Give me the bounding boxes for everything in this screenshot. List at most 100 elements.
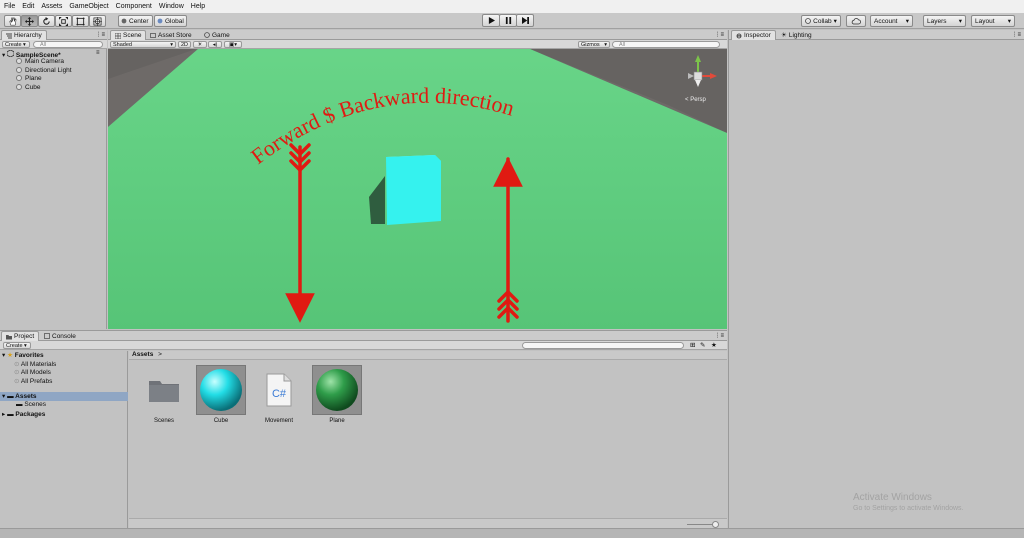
2d-toggle[interactable]: 2D <box>178 41 191 48</box>
panel-menu-icon[interactable]: ⋮≡ <box>714 31 724 38</box>
effects-dropdown[interactable]: ▣▾ <box>224 41 242 48</box>
panel-menu-icon[interactable]: ⋮≡ <box>1011 31 1021 38</box>
favorite-star-icon[interactable]: ★ <box>711 341 717 349</box>
tab-game[interactable]: Game <box>200 30 234 40</box>
lighting-toggle[interactable]: ☀ <box>193 41 207 48</box>
asset-scenes[interactable]: Scenes <box>138 365 190 424</box>
gameobject-icon <box>16 58 22 64</box>
scene-tabs: Scene Asset Store Game ⋮≡ <box>108 30 727 40</box>
asset-plane[interactable]: Plane <box>311 365 363 424</box>
collab-label: Collab <box>813 17 832 25</box>
hierarchy-item-plane[interactable]: Plane <box>16 75 42 82</box>
inspector-panel: Inspector ☀ Lighting ⋮≡ Activate Windows… <box>728 30 1024 528</box>
hand-tool-icon[interactable] <box>4 15 21 27</box>
favorites-header[interactable]: ▾ ★ Favorites <box>2 351 44 359</box>
tab-console[interactable]: Console <box>40 331 80 341</box>
search-icon: ⊙ <box>14 369 20 376</box>
favorite-label: All Prefabs <box>20 378 53 385</box>
gizmos-dropdown[interactable]: Gizmos ▾ <box>578 41 610 48</box>
menu-gameobject[interactable]: GameObject <box>69 3 108 10</box>
sun-icon: ☀ <box>197 41 203 48</box>
panel-menu-icon[interactable]: ⋮≡ <box>95 31 105 38</box>
pause-button[interactable] <box>499 14 517 27</box>
asset-cube[interactable]: Cube <box>195 365 247 424</box>
pause-icon <box>505 17 511 24</box>
csharp-badge: C# <box>272 388 287 400</box>
panel-menu-icon[interactable]: ⋮≡ <box>714 332 724 339</box>
tab-project[interactable]: Project <box>1 331 40 341</box>
layers-dropdown[interactable]: Layers ▾ <box>923 15 966 27</box>
space-toggle[interactable]: Global <box>154 15 187 27</box>
project-toolbar: Create ▾ ⊞ ✎ ★ <box>0 341 727 350</box>
filter-by-type-icon[interactable]: ⊞ <box>690 341 695 349</box>
watermark-title: Activate Windows <box>853 492 932 503</box>
scene-icon <box>115 32 121 39</box>
folder-assets[interactable]: ▾ ▬ Assets <box>0 392 128 401</box>
collab-dropdown[interactable]: Collab ▾ <box>801 15 841 27</box>
rotate-tool-icon[interactable] <box>38 15 55 27</box>
menu-component[interactable]: Component <box>116 3 152 10</box>
folder-packages[interactable]: ▸ ▬ Packages <box>2 410 45 418</box>
scale-tool-icon[interactable] <box>55 15 72 27</box>
project-create-button[interactable]: Create ▾ <box>3 342 31 349</box>
tab-console-label: Console <box>52 332 76 340</box>
tab-inspector[interactable]: Inspector <box>731 30 776 40</box>
collab-icon <box>805 18 812 24</box>
menu-help[interactable]: Help <box>191 3 205 10</box>
slider-thumb[interactable] <box>712 521 719 528</box>
transform-tool-icon[interactable] <box>89 15 106 27</box>
menu-assets[interactable]: Assets <box>41 3 62 10</box>
audio-toggle[interactable]: ◂) <box>208 41 222 48</box>
item-label: Directional Light <box>25 67 72 74</box>
search-icon: ⊙ <box>14 361 20 368</box>
shading-dropdown[interactable]: Shaded ▾ <box>110 41 176 48</box>
cloud-button[interactable] <box>846 15 866 27</box>
space-label: Global <box>165 17 184 25</box>
menu-window[interactable]: Window <box>159 3 184 10</box>
hierarchy-item-directional-light[interactable]: Directional Light <box>16 67 72 74</box>
item-label: Cube <box>25 84 41 91</box>
breadcrumb-separator: > <box>158 351 162 358</box>
move-tool-icon[interactable] <box>21 15 38 27</box>
cube-object[interactable] <box>386 155 441 225</box>
hierarchy-create-button[interactable]: Create ▾ <box>2 41 30 48</box>
play-button[interactable] <box>482 14 500 27</box>
hierarchy-item-main-camera[interactable]: Main Camera <box>16 58 64 65</box>
assets-grid: Assets > Scenes Cube C# Movement Plane <box>129 351 727 529</box>
chevron-down-icon: ▾ <box>2 352 6 359</box>
scene-search-input[interactable]: All <box>612 41 720 48</box>
scene-viewport[interactable]: Forward $ Backward direction < Persp <box>108 49 727 329</box>
tab-asset-store[interactable]: Asset Store <box>146 30 196 40</box>
layout-dropdown[interactable]: Layout ▾ <box>971 15 1015 27</box>
favorite-all-models[interactable]: ⊙ All Models <box>14 368 51 376</box>
filter-by-label-icon[interactable]: ✎ <box>700 341 705 349</box>
rect-tool-icon[interactable] <box>72 15 89 27</box>
inspector-tabs: Inspector ☀ Lighting ⋮≡ <box>729 30 1024 40</box>
menu-file[interactable]: File <box>4 3 15 10</box>
chevron-down-icon: ▾ <box>1007 18 1011 25</box>
pivot-toggle[interactable]: Center <box>118 15 153 27</box>
account-dropdown[interactable]: Account ▾ <box>870 15 913 27</box>
chevron-down-icon: ▾ <box>958 18 962 25</box>
asset-movement[interactable]: C# Movement <box>253 365 305 424</box>
search-placeholder: All <box>619 41 626 48</box>
tab-lighting-label: Lighting <box>788 31 812 39</box>
persp-label[interactable]: < Persp <box>685 97 706 103</box>
project-search-input[interactable] <box>522 342 684 349</box>
folder-scenes[interactable]: ▬ Scenes <box>16 401 46 408</box>
folder-icon: ▬ <box>16 401 23 408</box>
breadcrumb-assets[interactable]: Assets <box>132 351 153 358</box>
step-icon <box>521 17 529 24</box>
tab-scene[interactable]: Scene <box>110 30 147 40</box>
favorite-label: All Materials <box>20 361 57 368</box>
favorite-all-prefabs[interactable]: ⊙ All Prefabs <box>14 377 52 385</box>
step-button[interactable] <box>516 14 534 27</box>
menu-edit[interactable]: Edit <box>22 3 34 10</box>
hierarchy-item-cube[interactable]: Cube <box>16 84 41 91</box>
tab-lighting[interactable]: ☀ Lighting <box>777 30 816 40</box>
hierarchy-search-input[interactable]: All <box>33 41 103 48</box>
favorite-all-materials[interactable]: ⊙ All Materials <box>14 360 56 368</box>
scene-menu-icon[interactable]: ≡ <box>96 50 100 56</box>
tab-hierarchy[interactable]: Hierarchy <box>1 30 47 40</box>
tab-project-label: Project <box>14 333 35 340</box>
